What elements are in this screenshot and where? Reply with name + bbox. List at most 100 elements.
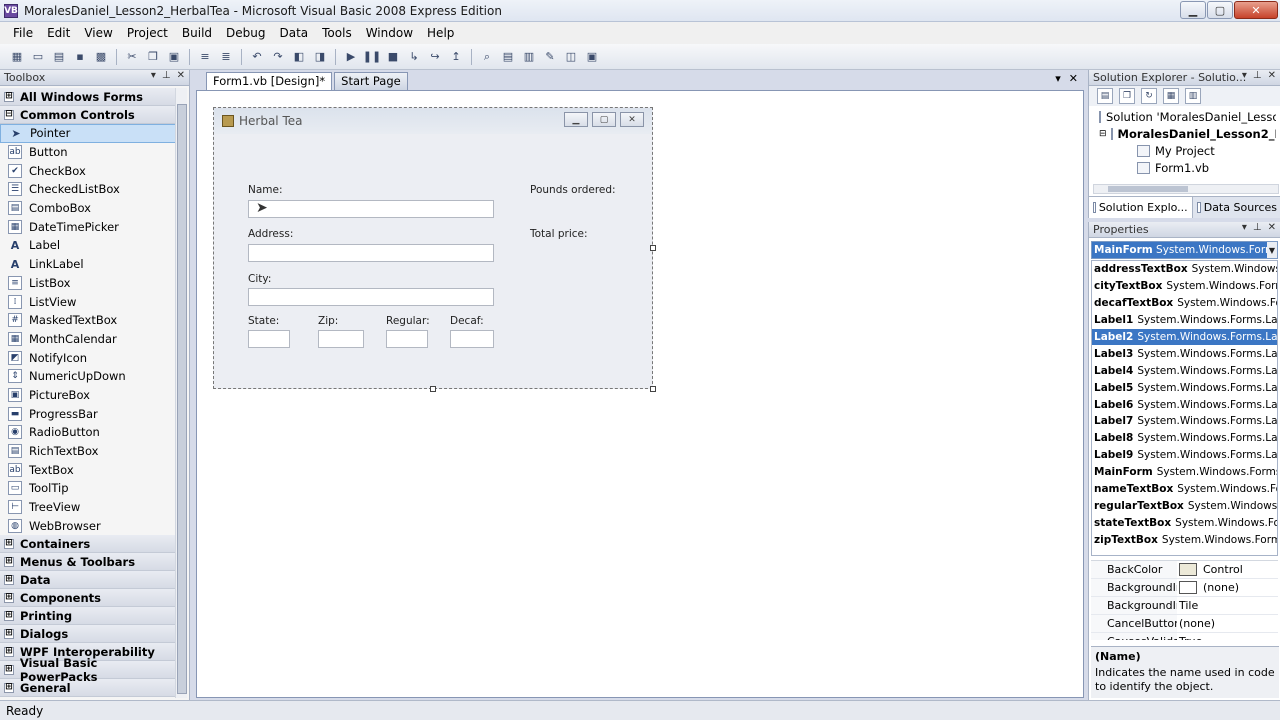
toolbox-category-common-controls[interactable]: ⊟ Common Controls (0, 106, 176, 124)
maximize-button[interactable]: ▢ (1207, 1, 1233, 19)
expand-icon[interactable]: ⊞ (4, 91, 14, 102)
toolbox-item-progressbar[interactable]: ▬ ProgressBar (0, 404, 176, 423)
toolbox-item-treeview[interactable]: ⊢ TreeView (0, 498, 176, 517)
error-list-icon[interactable]: ▣ (583, 48, 601, 66)
new-project-icon[interactable]: ▦ (8, 48, 26, 66)
toolbox-scrollbar[interactable] (175, 88, 187, 698)
property-row[interactable]: BackColor Control (1091, 561, 1278, 579)
toolbox-item-webbrowser[interactable]: ◍ WebBrowser (0, 516, 176, 535)
toolbox-item-tooltip[interactable]: ▭ ToolTip (0, 479, 176, 498)
menu-help[interactable]: Help (420, 24, 461, 42)
toolbox-category-visual-basic-powerpacks[interactable]: ⊞ Visual Basic PowerPacks (0, 656, 176, 684)
close-document-icon[interactable]: ✕ (1069, 72, 1078, 85)
tree-node-solution[interactable]: Solution 'MoralesDaniel_Lesson2_ (1093, 108, 1276, 125)
uncomment-icon[interactable]: ≣ (217, 48, 235, 66)
object-list-item[interactable]: Label3System.Windows.Forms.Label (1092, 345, 1277, 362)
toolbox-item-pointer[interactable]: ➤ Pointer (0, 124, 176, 143)
expand-icon[interactable]: ⊞ (4, 664, 14, 675)
close-button[interactable]: ✕ (1234, 1, 1278, 19)
expand-icon[interactable]: ⊞ (4, 610, 14, 621)
object-list-item[interactable]: nameTextBox System.Windows.For (1092, 481, 1277, 498)
add-item-icon[interactable]: ▤ (50, 48, 68, 66)
object-list-item[interactable]: Label2System.Windows.Forms.Label (1092, 328, 1277, 346)
toolbox-item-checkedlistbox[interactable]: ☰ CheckedListBox (0, 180, 176, 199)
toolbox-item-radiobutton[interactable]: ◉ RadioButton (0, 423, 176, 442)
tree-node-project[interactable]: ⊟ MoralesDaniel_Lesson2_Her (1093, 125, 1276, 142)
close-icon[interactable]: ✕ (177, 70, 185, 81)
state-label[interactable]: State: (248, 315, 279, 327)
window-position-icon[interactable]: ▾ (1242, 70, 1247, 81)
tab-form1-design[interactable]: Form1.vb [Design]* (206, 72, 333, 90)
show-all-files-icon[interactable]: ❐ (1119, 88, 1135, 104)
toolbox-category-all-windows-forms[interactable]: ⊞ All Windows Forms (0, 88, 176, 106)
tab-solution-explorer[interactable]: Solution Explo... (1089, 197, 1193, 218)
tree-node-form1[interactable]: Form1.vb (1093, 159, 1276, 176)
cut-icon[interactable]: ✂ (123, 48, 141, 66)
pause-icon[interactable]: ❚❚ (363, 48, 381, 66)
toolbox-item-maskedtextbox[interactable]: # MaskedTextBox (0, 311, 176, 330)
toolbox-item-datetimepicker[interactable]: ▦ DateTimePicker (0, 217, 176, 236)
minimize-button[interactable]: ▁ (1180, 1, 1206, 19)
window-position-icon[interactable]: ▾ (151, 70, 156, 81)
toolbox-category-dialogs[interactable]: ⊞ Dialogs (0, 625, 176, 644)
regular-label[interactable]: Regular: (386, 315, 430, 327)
object-list-item[interactable]: decafTextBox System.Windows.For (1092, 295, 1277, 312)
menu-debug[interactable]: Debug (219, 24, 272, 42)
toolbox-category-data[interactable]: ⊞ Data (0, 571, 176, 590)
resize-handle-corner[interactable] (650, 386, 656, 392)
object-list-item[interactable]: Label6System.Windows.Forms.Label (1092, 396, 1277, 413)
comment-icon[interactable]: ≡ (196, 48, 214, 66)
redo-icon[interactable]: ↷ (269, 48, 287, 66)
form-designer[interactable]: Herbal Tea ▁ ▢ ✕ Name: Address: City: St… (196, 90, 1084, 698)
property-row[interactable]: CancelButton (none) (1091, 615, 1278, 633)
collapse-icon[interactable]: ⊟ (4, 109, 14, 120)
expand-icon[interactable]: ⊞ (4, 556, 14, 567)
auto-hide-pin-icon[interactable]: ⊥ (1253, 222, 1262, 233)
property-value-cell[interactable]: True (1177, 633, 1278, 640)
property-row[interactable]: BackgroundIm (none) (1091, 579, 1278, 597)
total-price-label[interactable]: Total price: (530, 228, 588, 240)
step-out-icon[interactable]: ↥ (447, 48, 465, 66)
toolbox-category-printing[interactable]: ⊞ Printing (0, 607, 176, 626)
scrollbar-thumb[interactable] (1108, 186, 1188, 192)
toolbox-item-button[interactable]: ab Button (0, 143, 176, 162)
close-icon[interactable]: ✕ (1268, 222, 1276, 233)
zip-label[interactable]: Zip: (318, 315, 338, 327)
save-all-icon[interactable]: ▩ (92, 48, 110, 66)
undo-icon[interactable]: ↶ (248, 48, 266, 66)
toolbox-category-menus-toolbars[interactable]: ⊞ Menus & Toolbars (0, 553, 176, 572)
close-icon[interactable]: ✕ (1268, 70, 1276, 81)
decaf-label[interactable]: Decaf: (450, 315, 484, 327)
object-list-item[interactable]: Label5System.Windows.Forms.Label (1092, 379, 1277, 396)
object-list-item[interactable]: cityTextBoxSystem.Windows.Forms (1092, 278, 1277, 295)
expand-icon[interactable]: ⊞ (4, 646, 14, 657)
expand-icon[interactable]: ⊞ (4, 538, 14, 549)
step-into-icon[interactable]: ↳ (405, 48, 423, 66)
stop-icon[interactable]: ■ (384, 48, 402, 66)
collapse-icon[interactable]: ⊟ (1099, 129, 1107, 139)
navigate-forward-icon[interactable]: ◨ (311, 48, 329, 66)
toolbox-item-monthcalendar[interactable]: ▦ MonthCalendar (0, 330, 176, 349)
step-over-icon[interactable]: ↪ (426, 48, 444, 66)
menu-window[interactable]: Window (359, 24, 420, 42)
menu-view[interactable]: View (77, 24, 119, 42)
expand-icon[interactable]: ⊞ (4, 592, 14, 603)
auto-hide-pin-icon[interactable]: ⊥ (1253, 70, 1262, 81)
object-list-item[interactable]: MainFormSystem.Windows.Forms.Fo (1092, 464, 1277, 481)
properties-window-icon[interactable]: ▥ (520, 48, 538, 66)
view-code-icon[interactable]: ▦ (1163, 88, 1179, 104)
zip-textbox[interactable] (318, 330, 364, 348)
expand-icon[interactable]: ⊞ (4, 682, 14, 693)
open-file-icon[interactable]: ▭ (29, 48, 47, 66)
active-files-dropdown-icon[interactable]: ▾ (1055, 72, 1061, 85)
property-row[interactable]: BackgroundImTile (1091, 597, 1278, 615)
object-browser-icon[interactable]: ◫ (562, 48, 580, 66)
name-label[interactable]: Name: (248, 184, 283, 196)
toolbox-item-picturebox[interactable]: ▣ PictureBox (0, 386, 176, 405)
menu-tools[interactable]: Tools (315, 24, 359, 42)
find-icon[interactable]: ⌕ (478, 48, 496, 66)
toolbox-item-numericupdown[interactable]: ⇕ NumericUpDown (0, 367, 176, 386)
property-row[interactable]: CausesValidatiTrue (1091, 633, 1278, 640)
toolbox-item-notifyicon[interactable]: ◩ NotifyIcon (0, 348, 176, 367)
object-list-item[interactable]: stateTextBoxSystem.Windows.Form (1092, 514, 1277, 531)
